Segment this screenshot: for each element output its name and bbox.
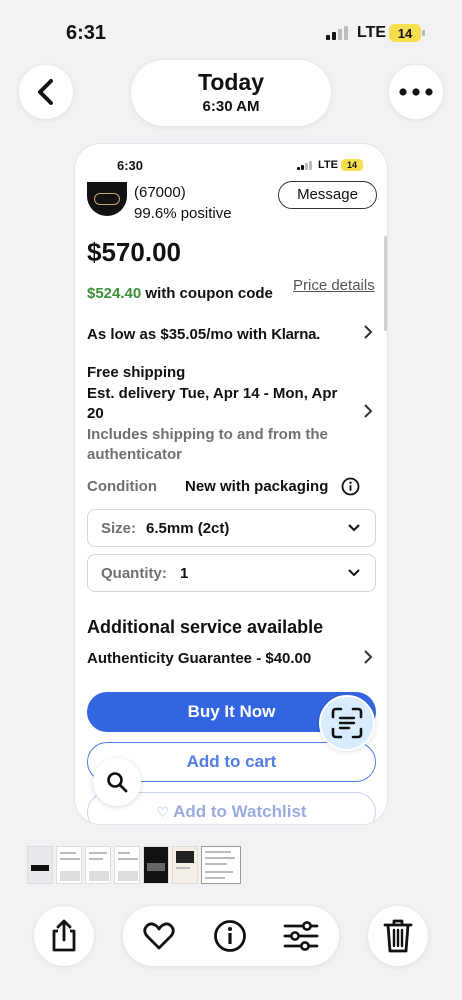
heart-icon (143, 922, 175, 950)
inner-signal-icon (297, 161, 312, 170)
thumbnail[interactable] (143, 846, 169, 884)
delete-button[interactable] (368, 906, 428, 966)
message-button[interactable]: Message (278, 181, 377, 209)
status-time: 6:31 (66, 22, 107, 44)
financing-row[interactable]: As low as $35.05/mo with Klarna. (87, 326, 320, 343)
price-details-link[interactable]: Price details (293, 277, 377, 295)
quantity-value: 1 (180, 565, 189, 582)
scan-text-icon (331, 707, 363, 739)
coupon-price: $524.40 with coupon code (87, 285, 273, 302)
coupon-amount: $524.40 (87, 285, 142, 302)
search-button[interactable] (93, 758, 141, 806)
adjust-icon (283, 921, 319, 951)
adjust-button[interactable] (283, 918, 319, 954)
delivery-estimate: Est. delivery Tue, Apr 14 - Mon, Apr (87, 385, 338, 402)
shipping-title: Free shipping (87, 364, 186, 381)
thumbnail[interactable] (85, 846, 111, 884)
chevron-down-icon (347, 563, 361, 585)
financing-text: As low as $35.05/mo with (87, 326, 272, 343)
inner-status-time: 6:30 (117, 158, 144, 173)
watchlist-label: Add to Watchlist (173, 802, 307, 821)
info-button[interactable] (212, 918, 248, 954)
inner-network-label: LTE (318, 159, 338, 171)
size-select[interactable]: Size: 6.5mm (2ct) (87, 509, 376, 547)
shipping-note: Includes shipping to and from the (87, 426, 328, 443)
page-title: Today (197, 69, 265, 95)
favorite-button[interactable] (141, 918, 177, 954)
authenticity-guarantee-row[interactable]: Authenticity Guarantee - $40.00 (87, 650, 311, 667)
seller-positive-rating: 99.6% positive (134, 205, 232, 222)
quantity-label: Quantity: (101, 565, 167, 582)
toolbar-actions (123, 906, 339, 966)
thumbnail[interactable] (172, 846, 198, 884)
thumbnail[interactable] (56, 846, 82, 884)
seller-feedback-count: (67000) (134, 184, 186, 201)
thumbnail-strip[interactable] (27, 846, 241, 884)
condition-value: New with packaging (185, 478, 329, 495)
chevron-right-icon[interactable] (363, 403, 373, 424)
size-value: 6.5mm (2ct) (146, 520, 230, 537)
chevron-right-icon[interactable] (363, 649, 373, 670)
signal-icon (326, 26, 348, 40)
share-button[interactable] (34, 906, 94, 966)
share-icon (52, 919, 76, 952)
seller-logo (87, 182, 127, 216)
item-price: $570.00 (87, 237, 181, 267)
back-button[interactable] (19, 65, 73, 119)
trash-icon (383, 919, 413, 953)
chevron-right-icon (363, 324, 373, 345)
condition-label: Condition (87, 478, 157, 495)
klarna-logo: Klarna. (271, 326, 320, 343)
live-text-button[interactable] (319, 695, 375, 751)
info-icon[interactable] (341, 477, 360, 501)
quantity-select[interactable]: Quantity: 1 (87, 554, 376, 592)
inner-battery-icon: 14 (341, 159, 363, 171)
thumbnail[interactable] (27, 846, 53, 884)
size-label: Size: (101, 520, 137, 537)
chevron-down-icon (347, 518, 361, 540)
delivery-estimate-end: 20 (87, 405, 104, 422)
search-icon (107, 772, 128, 793)
info-icon (214, 920, 246, 952)
heart-outline-icon: ♡ (156, 804, 169, 820)
more-icon (399, 88, 433, 96)
thumbnail-current[interactable] (201, 846, 241, 884)
network-label: LTE (357, 24, 387, 41)
page-subtitle: 6:30 AM (202, 98, 260, 115)
thumbnail[interactable] (114, 846, 140, 884)
screenshot-preview[interactable]: 6:30 LTE 14 (67000) 99.6% positive Messa… (74, 143, 388, 825)
more-button[interactable] (389, 65, 443, 119)
header-title: Today 6:30 AM (131, 60, 331, 126)
scrollbar[interactable] (384, 236, 387, 331)
battery-icon: 14 (389, 24, 425, 42)
back-icon (38, 79, 53, 105)
service-heading: Additional service available (87, 617, 324, 637)
coupon-text: with coupon code (141, 285, 273, 302)
shipping-note-end: authenticator (87, 446, 183, 463)
